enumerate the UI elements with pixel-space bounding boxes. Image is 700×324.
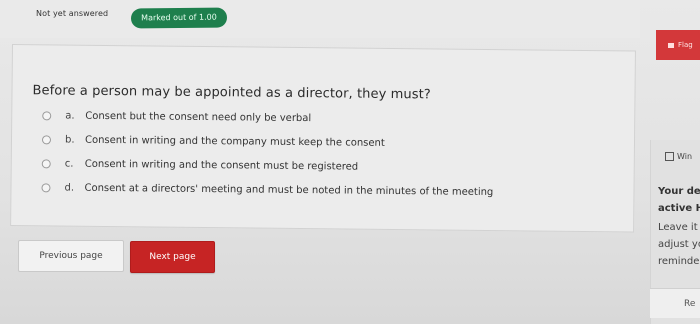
window-label: Win: [677, 152, 693, 161]
sidebar-text-line: reminder: [658, 256, 700, 267]
question-info-strip: Not yet answered Marked out of 1.00: [0, 0, 640, 38]
option-letter: a.: [65, 110, 75, 122]
window-icon: [665, 152, 674, 161]
flag-label: Flag: [678, 41, 693, 49]
sidebar-text-line: Your de: [658, 186, 700, 197]
option-letter: b.: [64, 134, 75, 146]
sidebar-text-line: adjust yo: [658, 239, 700, 250]
sidebar-text-line: active H: [658, 203, 700, 214]
question-card: Before a person may be appointed as a di…: [10, 44, 636, 233]
marks-badge: Marked out of 1.00: [130, 7, 228, 29]
question-text: Before a person may be appointed as a di…: [32, 83, 431, 103]
radio-button[interactable]: [41, 158, 51, 168]
new-window-link[interactable]: Win: [665, 152, 692, 161]
option-text: Consent at a directors' meeting and must…: [84, 182, 494, 198]
radio-button[interactable]: [42, 110, 52, 120]
sidebar-text-line: Leave it: [658, 222, 698, 233]
option-text: Consent but the consent need only be ver…: [85, 110, 312, 124]
previous-page-button[interactable]: Previous page: [18, 240, 124, 272]
option-letter: c.: [64, 158, 74, 170]
option-text: Consent in writing and the company must …: [84, 134, 385, 149]
flag-icon: [668, 42, 674, 48]
radio-button[interactable]: [41, 182, 51, 192]
next-page-button[interactable]: Next page: [130, 241, 215, 273]
option-letter: d.: [64, 182, 75, 194]
option-b[interactable]: b. Consent in writing and the company mu…: [41, 131, 385, 151]
option-text: Consent in writing and the consent must …: [84, 158, 359, 173]
option-d[interactable]: d. Consent at a directors' meeting and m…: [41, 179, 493, 200]
flag-question-button[interactable]: Flag: [656, 30, 700, 60]
quiz-page: Not yet answered Marked out of 1.00 Flag…: [0, 0, 700, 324]
radio-button[interactable]: [41, 134, 52, 144]
answer-state: Not yet answered: [36, 9, 109, 18]
sidebar-bottom-button[interactable]: Re: [650, 288, 700, 318]
option-c[interactable]: c. Consent in writing and the consent mu…: [41, 155, 359, 174]
option-a[interactable]: a. Consent but the consent need only be …: [42, 107, 311, 126]
